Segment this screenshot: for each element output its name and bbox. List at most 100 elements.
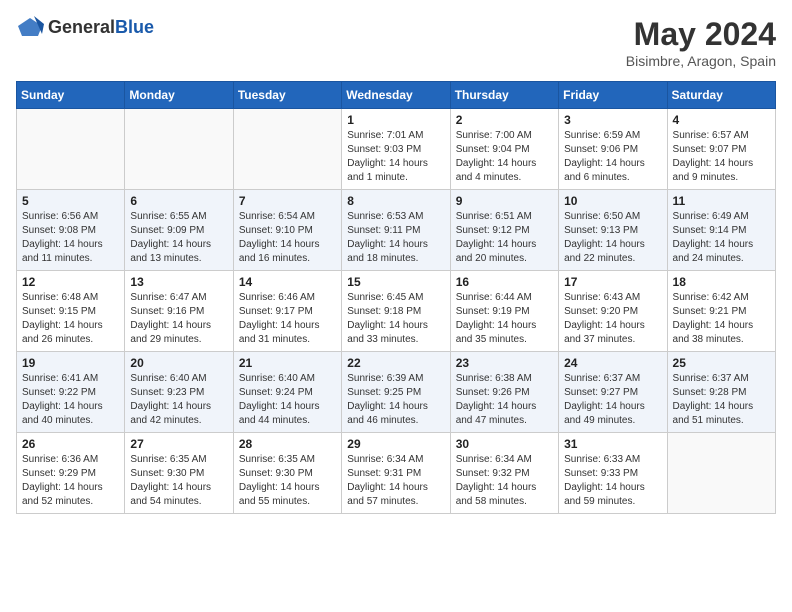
calendar-day-22: 22Sunrise: 6:39 AM Sunset: 9:25 PM Dayli… [342,352,450,433]
calendar-day-24: 24Sunrise: 6:37 AM Sunset: 9:27 PM Dayli… [559,352,667,433]
day-info: Sunrise: 6:41 AM Sunset: 9:22 PM Dayligh… [22,372,119,428]
day-info: Sunrise: 6:54 AM Sunset: 9:10 PM Dayligh… [239,210,336,266]
day-number: 25 [673,356,770,370]
calendar-day-15: 15 Sunrise: 6:45 AM Sunset: 9:18 PM Dayli… [342,271,450,352]
logo-general: General [48,17,115,37]
calendar-day-28: 28 Sunrise: 6:35 AM Sunset: 9:30 PM Dayli… [233,433,341,514]
day-number: 31 [564,437,661,451]
day-info: Sunrise: 6:53 AM Sunset: 9:11 PM Dayligh… [347,210,444,266]
day-info: Sunrise: 7:01 AM Sunset: 9:03 PM Dayligh… [347,129,444,185]
day-number: 16 [456,275,553,289]
col-header-thursday: Thursday [450,82,558,109]
day-number: 1 [347,113,444,127]
calendar-day-2: 2Sunrise: 7:00 AM Sunset: 9:04 PM Daylig… [450,109,558,190]
title-block: May 2024 Bisimbre, Aragon, Spain [626,16,776,69]
col-header-sunday: Sunday [17,82,125,109]
calendar-day-20: 20Sunrise: 6:40 AM Sunset: 9:23 PM Dayli… [125,352,233,433]
calendar-day-21: 21Sunrise: 6:40 AM Sunset: 9:24 PM Dayli… [233,352,341,433]
day-number: 17 [564,275,661,289]
day-number: 15 [347,275,444,289]
calendar-day-4: 4 Sunrise: 6:57 AM Sunset: 9:07 PM Daylig… [667,109,775,190]
calendar-day-17: 17 Sunrise: 6:43 AM Sunset: 9:20 PM Dayli… [559,271,667,352]
col-header-friday: Friday [559,82,667,109]
day-number: 21 [239,356,336,370]
day-info: Sunrise: 6:45 AM Sunset: 9:18 PM Dayligh… [347,291,444,347]
day-info: Sunrise: 6:34 AM Sunset: 9:31 PM Dayligh… [347,453,444,509]
day-number: 13 [130,275,227,289]
calendar-day-23: 23 Sunrise: 6:38 AM Sunset: 9:26 PM Dayli… [450,352,558,433]
calendar-day-10: 10Sunrise: 6:50 AM Sunset: 9:13 PM Dayli… [559,190,667,271]
day-number: 14 [239,275,336,289]
calendar-day-13: 13 Sunrise: 6:47 AM Sunset: 9:16 PM Dayli… [125,271,233,352]
calendar-day-7: 7 Sunrise: 6:54 AM Sunset: 9:10 PM Daylig… [233,190,341,271]
calendar-week-row: 12 Sunrise: 6:48 AM Sunset: 9:15 PM Dayli… [17,271,776,352]
day-info: Sunrise: 6:39 AM Sunset: 9:25 PM Dayligh… [347,372,444,428]
calendar-day-19: 19 Sunrise: 6:41 AM Sunset: 9:22 PM Dayli… [17,352,125,433]
calendar-day-empty [667,433,775,514]
day-info: Sunrise: 6:46 AM Sunset: 9:17 PM Dayligh… [239,291,336,347]
calendar-day-5: 5 Sunrise: 6:56 AM Sunset: 9:08 PM Daylig… [17,190,125,271]
calendar-day-12: 12 Sunrise: 6:48 AM Sunset: 9:15 PM Dayli… [17,271,125,352]
col-header-tuesday: Tuesday [233,82,341,109]
calendar-week-row: 1 Sunrise: 7:01 AM Sunset: 9:03 PM Daylig… [17,109,776,190]
day-info: Sunrise: 6:42 AM Sunset: 9:21 PM Dayligh… [673,291,770,347]
calendar-day-empty [17,109,125,190]
day-info: Sunrise: 6:49 AM Sunset: 9:14 PM Dayligh… [673,210,770,266]
day-info: Sunrise: 6:34 AM Sunset: 9:32 PM Dayligh… [456,453,553,509]
calendar-table: SundayMondayTuesdayWednesdayThursdayFrid… [16,81,776,514]
calendar-day-1: 1 Sunrise: 7:01 AM Sunset: 9:03 PM Daylig… [342,109,450,190]
day-number: 5 [22,194,119,208]
day-number: 7 [239,194,336,208]
day-info: Sunrise: 6:37 AM Sunset: 9:27 PM Dayligh… [564,372,661,428]
day-info: Sunrise: 6:33 AM Sunset: 9:33 PM Dayligh… [564,453,661,509]
day-info: Sunrise: 6:35 AM Sunset: 9:30 PM Dayligh… [239,453,336,509]
day-number: 19 [22,356,119,370]
calendar-day-11: 11 Sunrise: 6:49 AM Sunset: 9:14 PM Dayli… [667,190,775,271]
calendar-day-8: 8 Sunrise: 6:53 AM Sunset: 9:11 PM Daylig… [342,190,450,271]
day-info: Sunrise: 6:51 AM Sunset: 9:12 PM Dayligh… [456,210,553,266]
day-number: 28 [239,437,336,451]
day-number: 18 [673,275,770,289]
day-info: Sunrise: 6:57 AM Sunset: 9:07 PM Dayligh… [673,129,770,185]
day-info: Sunrise: 6:56 AM Sunset: 9:08 PM Dayligh… [22,210,119,266]
location-title: Bisimbre, Aragon, Spain [626,53,776,69]
day-info: Sunrise: 6:55 AM Sunset: 9:09 PM Dayligh… [130,210,227,266]
calendar-week-row: 5 Sunrise: 6:56 AM Sunset: 9:08 PM Daylig… [17,190,776,271]
day-number: 4 [673,113,770,127]
day-number: 2 [456,113,553,127]
calendar-day-6: 6 Sunrise: 6:55 AM Sunset: 9:09 PM Daylig… [125,190,233,271]
calendar-title: May 2024 [626,16,776,53]
day-number: 3 [564,113,661,127]
day-number: 9 [456,194,553,208]
calendar-day-31: 31 Sunrise: 6:33 AM Sunset: 9:33 PM Dayli… [559,433,667,514]
day-number: 27 [130,437,227,451]
col-header-saturday: Saturday [667,82,775,109]
calendar-header-row: SundayMondayTuesdayWednesdayThursdayFrid… [17,82,776,109]
logo-blue: Blue [115,17,154,37]
col-header-monday: Monday [125,82,233,109]
day-number: 29 [347,437,444,451]
calendar-day-3: 3 Sunrise: 6:59 AM Sunset: 9:06 PM Daylig… [559,109,667,190]
day-info: Sunrise: 6:36 AM Sunset: 9:29 PM Dayligh… [22,453,119,509]
calendar-day-30: 30 Sunrise: 6:34 AM Sunset: 9:32 PM Dayli… [450,433,558,514]
day-info: Sunrise: 6:43 AM Sunset: 9:20 PM Dayligh… [564,291,661,347]
col-header-wednesday: Wednesday [342,82,450,109]
logo: GeneralBlue [16,16,154,38]
day-info: Sunrise: 6:48 AM Sunset: 9:15 PM Dayligh… [22,291,119,347]
day-number: 30 [456,437,553,451]
day-info: Sunrise: 6:50 AM Sunset: 9:13 PM Dayligh… [564,210,661,266]
calendar-week-row: 26Sunrise: 6:36 AM Sunset: 9:29 PM Dayli… [17,433,776,514]
day-number: 6 [130,194,227,208]
page-header: GeneralBlue May 2024 Bisimbre, Aragon, S… [16,16,776,69]
calendar-day-empty [125,109,233,190]
day-number: 11 [673,194,770,208]
day-info: Sunrise: 6:59 AM Sunset: 9:06 PM Dayligh… [564,129,661,185]
day-info: Sunrise: 6:35 AM Sunset: 9:30 PM Dayligh… [130,453,227,509]
calendar-day-29: 29 Sunrise: 6:34 AM Sunset: 9:31 PM Dayli… [342,433,450,514]
calendar-day-14: 14 Sunrise: 6:46 AM Sunset: 9:17 PM Dayli… [233,271,341,352]
day-number: 12 [22,275,119,289]
day-number: 8 [347,194,444,208]
day-number: 23 [456,356,553,370]
day-info: Sunrise: 6:38 AM Sunset: 9:26 PM Dayligh… [456,372,553,428]
day-info: Sunrise: 6:47 AM Sunset: 9:16 PM Dayligh… [130,291,227,347]
